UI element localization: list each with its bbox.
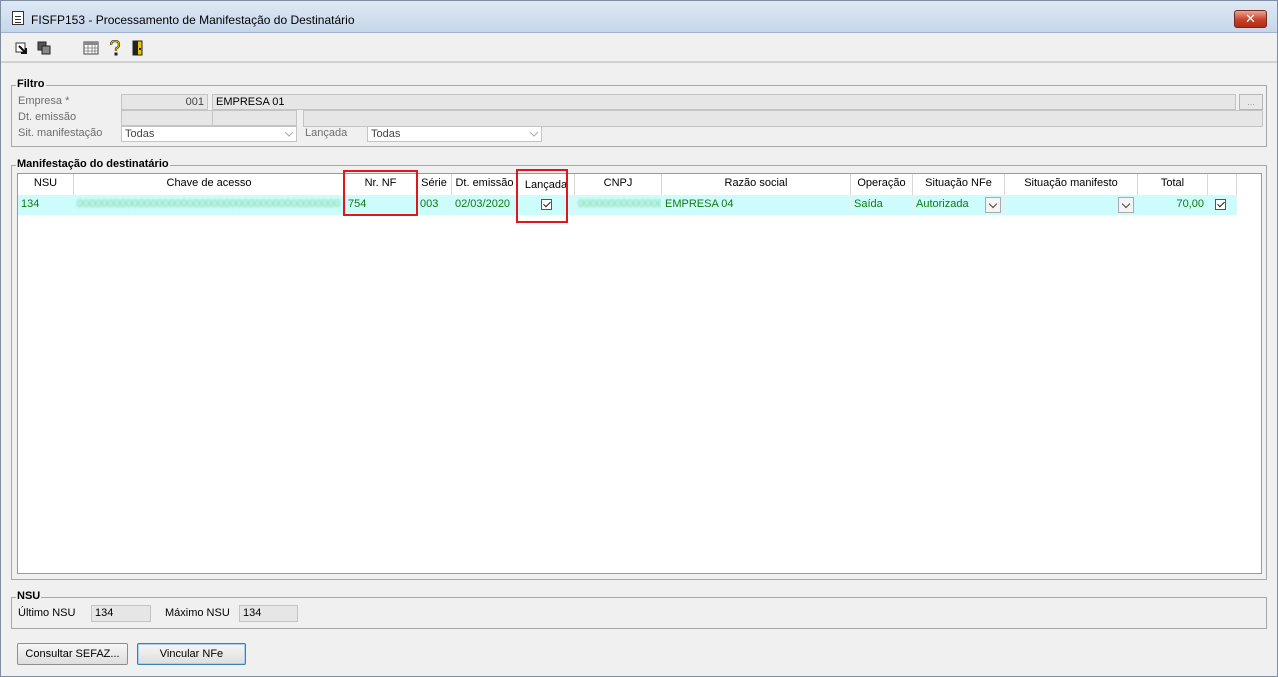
grid-header: NSU Chave de acesso Nr. NF Série Dt. emi… [18,174,1237,195]
empresa-name-field: EMPRESA 01 [212,94,1236,110]
column-header-cnpj[interactable]: CNPJ [575,174,662,195]
column-header-dt-emissao[interactable]: Dt. emissão [452,174,518,195]
dt-emissao-to-field[interactable] [212,110,297,126]
cell-chave: 0000000000000000000000000000000000000000… [74,195,345,215]
title-bar: FISFP153 - Processamento de Manifestação… [1,1,1277,33]
row-select-checkbox[interactable] [1215,199,1226,210]
manifestacao-group-label: Manifestação do destinatário [16,158,170,170]
column-header-operacao[interactable]: Operação [851,174,913,195]
empresa-label: Empresa * [18,95,70,107]
empresa-lookup-button[interactable]: ... [1239,94,1263,110]
copy-icon[interactable] [36,40,52,56]
cell-cnpj-value: 00000000000000 [578,198,662,210]
exit-door-icon[interactable] [130,40,146,56]
window-title: FISFP153 - Processamento de Manifestação… [31,13,355,27]
ultimo-nsu-label: Último NSU [18,607,76,619]
filter-group-label: Filtro [16,78,46,90]
column-header-nsu[interactable]: NSU [18,174,74,195]
column-header-situacao-manifesto[interactable]: Situação manifesto [1005,174,1138,195]
cell-chave-value: 0000000000000000000000000000000000000000… [77,198,341,210]
lancada-filter-label: Lançada [305,127,348,139]
toolbar [1,34,1277,62]
cell-cnpj: 00000000000000 [575,195,662,215]
situacao-manifesto-dropdown-icon[interactable] [1118,197,1134,213]
table-row[interactable]: 134 000000000000000000000000000000000000… [18,195,1237,215]
annotation-highlight-lancada [516,169,568,223]
maximo-nsu-label: Máximo NSU [165,607,230,619]
dt-emissao-extra-field [303,110,1263,127]
empresa-code-field[interactable]: 001 [121,94,208,110]
cell-dt-emissao: 02/03/2020 [452,195,518,215]
cell-razao-social: EMPRESA 04 [662,195,851,215]
column-header-chave[interactable]: Chave de acesso [74,174,345,195]
cell-total: 70,00 [1138,195,1208,215]
sit-manifestacao-value: Todas [125,128,155,140]
maximo-nsu-field: 134 [239,605,298,622]
main-window: FISFP153 - Processamento de Manifestação… [0,0,1278,677]
vincular-nfe-button[interactable]: Vincular NFe [137,643,246,665]
document-icon [12,11,24,25]
column-header-situacao-nfe[interactable]: Situação NFe [913,174,1005,195]
lancada-filter-select[interactable]: Todas [367,126,542,142]
consultar-sefaz-button[interactable]: Consultar SEFAZ... [17,643,128,665]
help-icon[interactable] [107,40,123,56]
lancada-filter-value: Todas [371,128,401,140]
cell-serie: 003 [417,195,452,215]
cell-operacao: Saída [851,195,913,215]
sit-manifestacao-select[interactable]: Todas [121,126,297,142]
column-header-total[interactable]: Total [1138,174,1208,195]
situacao-nfe-dropdown-icon[interactable] [985,197,1001,213]
ultimo-nsu-field: 134 [91,605,151,622]
calendar-grid-icon[interactable] [83,40,99,56]
column-header-razao-social[interactable]: Razão social [662,174,851,195]
situacao-nfe-value: Autorizada [916,198,969,210]
cell-nsu: 134 [18,195,74,215]
export-icon[interactable] [14,40,30,56]
sit-manifestacao-label: Sit. manifestação [18,127,103,139]
annotation-highlight-nr-nf [343,170,418,216]
dt-emissao-label: Dt. emissão [18,111,77,123]
cell-situacao-nfe[interactable]: Autorizada [913,195,1005,215]
manifestacao-grid: NSU Chave de acesso Nr. NF Série Dt. emi… [17,173,1262,574]
column-header-serie[interactable]: Série [417,174,452,195]
close-button[interactable]: ✕ [1234,10,1267,28]
chevron-down-icon [529,131,539,137]
cell-situacao-manifesto[interactable] [1005,195,1138,215]
toolbar-separator [1,62,1277,63]
chevron-down-icon [284,131,294,137]
column-header-select[interactable] [1208,174,1237,195]
nsu-group-label: NSU [16,590,42,602]
cell-select [1208,195,1237,215]
